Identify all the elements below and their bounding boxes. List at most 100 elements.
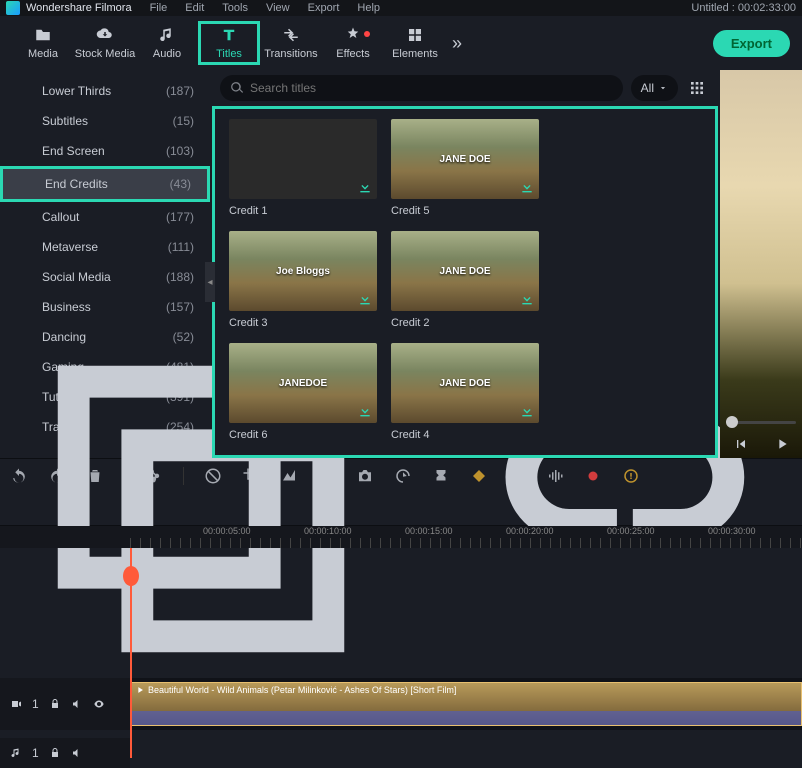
ruler-mark: 00:00:30:00 (708, 526, 756, 536)
tab-stock-media[interactable]: Stock Media (74, 21, 136, 65)
project-title: Untitled : 00:02:33:00 (691, 2, 796, 14)
timeline-ruler[interactable]: 00:00:05:0000:00:10:0000:00:15:0000:00:2… (0, 526, 802, 548)
menu-file[interactable]: File (150, 2, 168, 14)
tab-elements[interactable]: Elements (384, 21, 446, 65)
visibility-icon[interactable] (93, 698, 105, 710)
render-icon[interactable] (622, 467, 640, 485)
thumb-image: JANEDOE (229, 343, 377, 423)
menu-edit[interactable]: Edit (185, 2, 204, 14)
search-input[interactable] (250, 81, 613, 95)
module-tabs: Media Stock Media Audio Titles Transitio… (0, 16, 802, 70)
speed-ramp-icon[interactable] (280, 467, 298, 485)
video-track-1[interactable]: 1 Beautiful World - Wild Animals (Petar … (0, 678, 802, 730)
playhead[interactable] (130, 548, 132, 758)
grid-view-toggle[interactable] (684, 75, 710, 101)
sidebar-item-social-media[interactable]: Social Media(188) (0, 262, 210, 292)
markers-icon[interactable] (432, 467, 450, 485)
thumb-image (229, 119, 377, 199)
download-icon[interactable] (519, 179, 535, 195)
audio-track-1[interactable]: 1 (0, 738, 802, 768)
lock-icon[interactable] (49, 747, 61, 759)
notification-dot (364, 31, 370, 37)
sidebar-item-count: (177) (166, 210, 194, 224)
collapse-sidebar-handle[interactable]: ◂ (205, 262, 215, 302)
download-icon[interactable] (519, 291, 535, 307)
download-icon[interactable] (357, 291, 373, 307)
tab-titles[interactable]: Titles (198, 21, 260, 65)
video-clip[interactable]: Beautiful World - Wild Animals (Petar Mi… (130, 682, 802, 726)
ruler-mark: 00:00:10:00 (304, 526, 352, 536)
title-thumb[interactable]: Joe BloggsCredit 3 (229, 231, 377, 329)
lock-icon[interactable] (49, 698, 61, 710)
music-note-icon (10, 747, 22, 759)
tab-elements-label: Elements (392, 48, 438, 60)
tab-transitions[interactable]: Transitions (260, 21, 322, 65)
sidebar-item-count: (187) (166, 84, 194, 98)
timeline-tracks: 1 Beautiful World - Wild Animals (Petar … (0, 548, 802, 758)
title-thumb[interactable]: JANEDOECredit 6 (229, 343, 377, 441)
sidebar-item-callout[interactable]: Callout(177) (0, 202, 210, 232)
export-button[interactable]: Export (713, 30, 790, 57)
tab-transitions-label: Transitions (264, 48, 317, 60)
menu-view[interactable]: View (266, 2, 290, 14)
split-button[interactable] (145, 467, 163, 485)
title-thumb[interactable]: JANE DOECredit 4 (391, 343, 539, 441)
tab-audio[interactable]: Audio (136, 21, 198, 65)
transitions-icon (282, 26, 300, 44)
more-tabs-button[interactable]: » (452, 33, 462, 54)
ruler-mark: 00:00:15:00 (405, 526, 453, 536)
title-thumb[interactable]: JANE DOECredit 5 (391, 119, 539, 217)
mute-icon[interactable] (71, 747, 83, 759)
download-icon[interactable] (519, 403, 535, 419)
audio-mix-icon[interactable] (546, 467, 564, 485)
play-button[interactable] (774, 436, 790, 452)
sidebar-item-label: Subtitles (42, 114, 88, 128)
adjust-icon[interactable] (508, 467, 526, 485)
clip-play-icon (135, 685, 145, 695)
sidebar-item-metaverse[interactable]: Metaverse(111) (0, 232, 210, 262)
menu-bar: Wondershare Filmora File Edit Tools View… (0, 0, 802, 16)
thumb-name: Credit 2 (391, 317, 539, 329)
video-track-head: 1 (0, 678, 130, 730)
speed-icon[interactable] (394, 467, 412, 485)
audio-track-head: 1 (0, 738, 130, 768)
redo-button[interactable] (48, 467, 66, 485)
tab-media[interactable]: Media (12, 21, 74, 65)
sidebar-item-subtitles[interactable]: Subtitles(15) (0, 106, 210, 136)
sidebar-item-end-screen[interactable]: End Screen(103) (0, 136, 210, 166)
filter-dropdown[interactable]: All (631, 75, 678, 101)
sidebar-item-count: (111) (168, 240, 194, 254)
record-vo-icon[interactable] (584, 467, 602, 485)
scrubber-knob[interactable] (726, 416, 738, 428)
tab-titles-label: Titles (216, 48, 242, 60)
download-icon[interactable] (357, 179, 373, 195)
delete-button[interactable] (86, 467, 104, 485)
app-logo (6, 1, 20, 15)
undo-button[interactable] (10, 467, 28, 485)
prohibit-icon[interactable] (204, 467, 222, 485)
crop-button[interactable] (242, 467, 260, 485)
search-box[interactable] (220, 75, 623, 101)
preview-frame (720, 70, 802, 458)
color-button[interactable] (318, 467, 336, 485)
sidebar-item-label: End Screen (42, 144, 105, 158)
snapshot-button[interactable] (356, 467, 374, 485)
mute-icon[interactable] (71, 698, 83, 710)
title-thumb[interactable]: JANE DOECredit 2 (391, 231, 539, 329)
sidebar-item-lower-thirds[interactable]: Lower Thirds(187) (0, 76, 210, 106)
menu-export[interactable]: Export (308, 2, 340, 14)
keyframe-icon[interactable] (470, 467, 488, 485)
sidebar-item-end-credits[interactable]: End Credits(43) (0, 166, 210, 202)
preview-scrubber[interactable] (726, 421, 796, 424)
tab-effects[interactable]: Effects (322, 21, 384, 65)
download-icon[interactable] (357, 403, 373, 419)
filter-label: All (641, 81, 654, 95)
video-track-number: 1 (32, 697, 39, 711)
effects-icon (344, 26, 362, 44)
title-thumb[interactable]: Credit 1 (229, 119, 377, 217)
app-name: Wondershare Filmora (26, 2, 132, 14)
prev-frame-button[interactable] (733, 436, 749, 452)
menu-help[interactable]: Help (357, 2, 380, 14)
menu-tools[interactable]: Tools (222, 2, 248, 14)
sidebar-item-count: (188) (166, 270, 194, 284)
